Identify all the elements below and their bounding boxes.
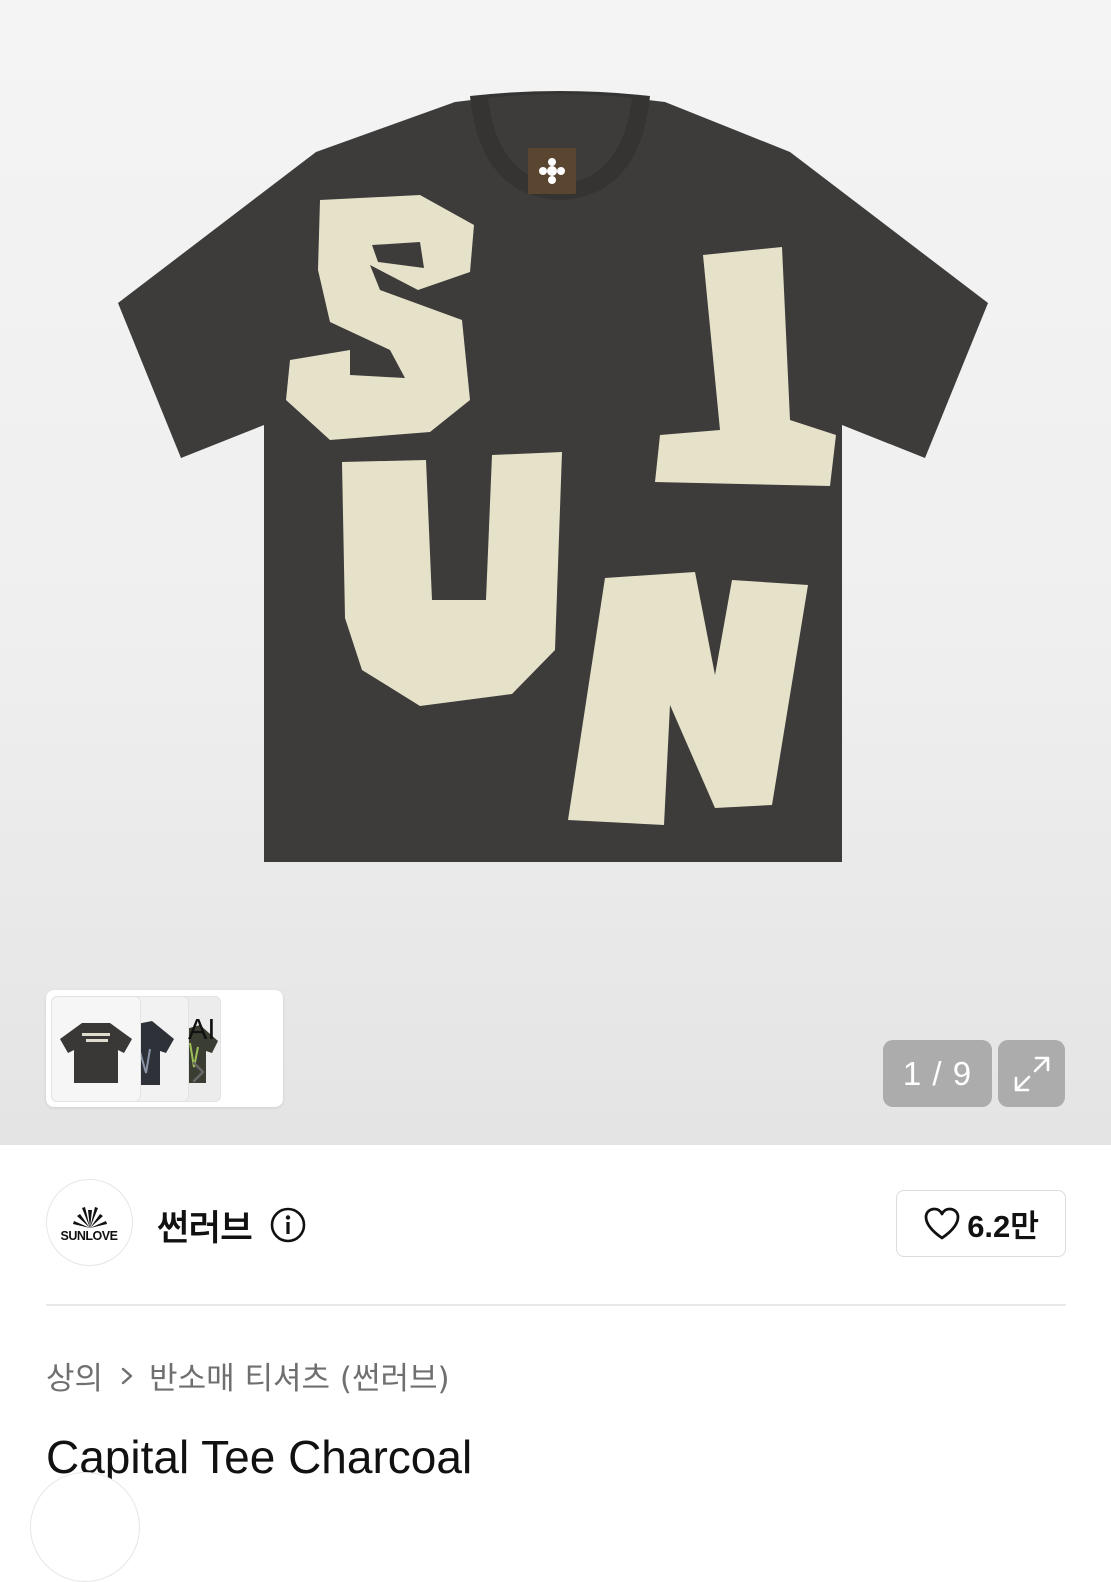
- brand-logo-text: SUNLOVE: [60, 1229, 118, 1243]
- floating-button-partial[interactable]: [30, 1472, 140, 1582]
- brand-row: SUNLOVE 썬러브 6.2만: [0, 1145, 1111, 1305]
- breadcrumb-subcategory[interactable]: 반소매 티셔츠 (썬러브): [149, 1353, 450, 1398]
- like-count: 6.2만: [967, 1209, 1039, 1244]
- fullscreen-button[interactable]: [998, 1040, 1065, 1107]
- ai-label[interactable]: AI: [188, 1014, 215, 1047]
- section-divider: [46, 1304, 1066, 1306]
- image-counter: 1 / 9: [883, 1040, 992, 1107]
- sunburst-logo-icon: [73, 1207, 107, 1228]
- breadcrumb-category[interactable]: 상의: [46, 1353, 103, 1398]
- brand-name[interactable]: 썬러브: [157, 1200, 253, 1251]
- product-title: Capital Tee Charcoal: [46, 1431, 473, 1483]
- thumbnail-1-selected: [51, 996, 141, 1102]
- brand-logo[interactable]: SUNLOVE: [46, 1179, 133, 1266]
- ai-recommendation-card[interactable]: [46, 990, 283, 1107]
- breadcrumb: 상의 반소매 티셔츠 (썬러브): [46, 1353, 450, 1398]
- expand-icon: [1014, 1056, 1049, 1091]
- product-main-image[interactable]: [0, 0, 1111, 960]
- like-button[interactable]: 6.2만: [896, 1190, 1066, 1257]
- breadcrumb-separator-icon: [119, 1364, 135, 1388]
- product-image-gallery[interactable]: AI 1 / 9: [0, 0, 1111, 1145]
- chevron-right-icon[interactable]: [186, 1058, 210, 1086]
- heart-icon: [924, 1207, 960, 1239]
- info-icon[interactable]: [269, 1206, 307, 1244]
